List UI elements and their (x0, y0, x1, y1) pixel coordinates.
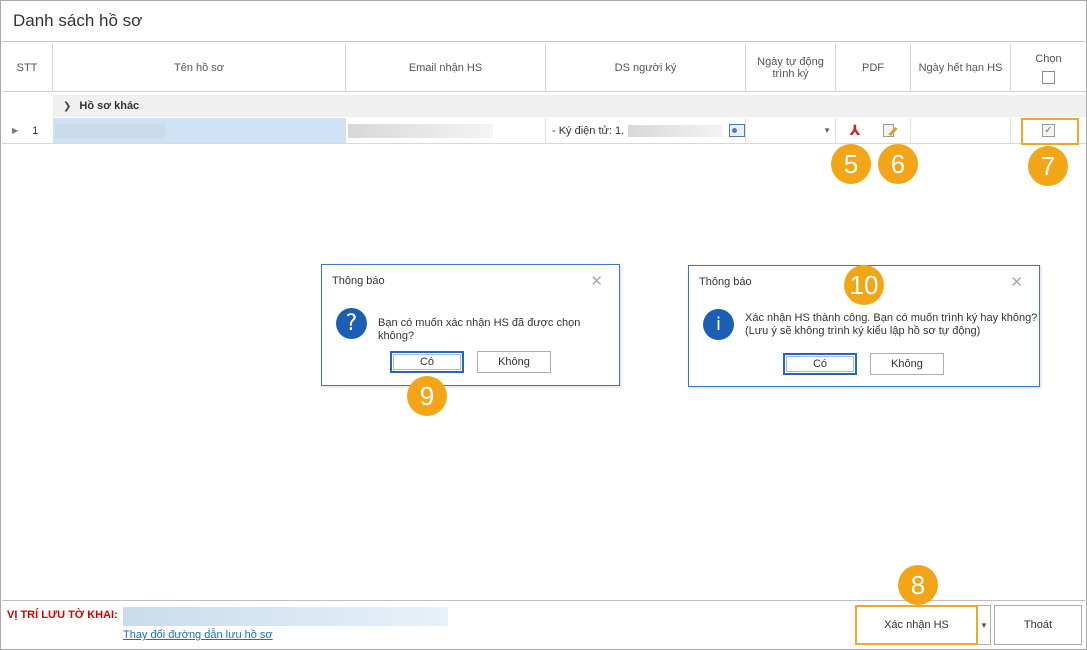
step-badge-10: 10 (844, 265, 884, 305)
signer-text: - Ký điện tử: 1. (552, 124, 625, 137)
expiry-cell[interactable] (911, 118, 1011, 143)
column-header-email[interactable]: Email nhận HS (346, 44, 546, 92)
column-header-ngay-tu-dong[interactable]: Ngày tự động trình ký (746, 44, 836, 92)
success-dialog-title: Thông báo (699, 276, 752, 288)
column-header-ten-ho-so[interactable]: Tên hồ sơ (53, 44, 346, 92)
confirm-dialog-title: Thông báo (332, 275, 385, 287)
stt-cell: ▶ 1 (2, 118, 53, 143)
column-header-chon: Chọn (1011, 44, 1086, 92)
highlight-checkbox-box (1021, 118, 1079, 145)
group-row[interactable]: ❯ Hồ sơ khác (53, 95, 1086, 117)
column-header-chon-label: Chọn (1035, 52, 1062, 65)
title-divider (2, 41, 1085, 42)
change-path-link[interactable]: Thay đổi đường dẫn lưu hồ sơ (123, 629, 273, 641)
signer-redacted (628, 124, 724, 137)
location-label: VỊ TRÍ LƯU TỜ KHAI: (7, 609, 118, 621)
chevron-down-icon[interactable]: ▼ (978, 605, 991, 645)
pdf-cell: ⅄ (836, 118, 911, 143)
confirm-dialog-message: Bạn có muốn xác nhận HS đã được chọn khô… (378, 317, 581, 342)
pdf-icon[interactable]: ⅄ (848, 122, 862, 139)
signer-picker-icon[interactable] (729, 124, 745, 137)
email-cell[interactable] (346, 118, 546, 143)
location-path-redacted (123, 607, 448, 626)
stt-value: 1 (32, 124, 39, 137)
ten-ho-so-redacted (55, 123, 165, 138)
success-dialog-message-line-2: (Lưu ý sẽ không trình ký kiểu lập hồ sơ … (745, 325, 981, 337)
step-badge-6: 6 (878, 144, 918, 184)
row-indicator-icon: ▶ (12, 126, 19, 135)
page-title: Danh sách hồ sơ (13, 11, 143, 30)
close-icon[interactable]: ✕ (1010, 273, 1023, 291)
success-dialog-message-line-1: Xác nhận HS thành công. Bạn có muốn trìn… (745, 312, 1038, 324)
success-yes-button[interactable]: Có (783, 353, 857, 375)
step-badge-8: 8 (898, 565, 938, 605)
column-header-ngay-het-han[interactable]: Ngày hết hạn HS (911, 44, 1011, 92)
signer-cell[interactable]: - Ký điện tử: 1. (546, 118, 746, 143)
confirm-hs-button[interactable]: Xác nhận HS (855, 605, 978, 645)
edit-icon[interactable] (882, 123, 898, 139)
step-badge-7: 7 (1028, 146, 1068, 186)
group-label: Hồ sơ khác (79, 100, 140, 112)
confirm-yes-button[interactable]: Có (390, 351, 464, 373)
confirm-no-button[interactable]: Không (477, 351, 551, 373)
success-no-button[interactable]: Không (870, 353, 944, 375)
close-icon[interactable]: ✕ (590, 272, 603, 290)
dropdown-arrow-icon[interactable]: ▼ (823, 126, 831, 135)
column-header-ds-nguoi-ky[interactable]: DS người ký (546, 44, 746, 92)
question-icon: ? (336, 308, 367, 339)
info-icon: i (703, 309, 734, 340)
select-all-checkbox[interactable] (1042, 70, 1055, 84)
ten-ho-so-cell[interactable] (53, 118, 346, 143)
exit-button[interactable]: Thoát (994, 605, 1082, 645)
main-window: Danh sách hồ sơ STT Tên hồ sơ Email nhận… (0, 0, 1087, 650)
auto-date-cell[interactable]: ▼ (746, 118, 836, 143)
step-badge-5: 5 (831, 144, 871, 184)
step-badge-9: 9 (407, 376, 447, 416)
confirm-dialog: Thông báo ✕ ? Bạn có muốn xác nhận HS đã… (321, 264, 620, 386)
chevron-down-icon[interactable]: ❯ (63, 101, 71, 112)
table-row[interactable]: ▶ 1 - Ký điện tử: 1. ▼ ⅄ ✓ (2, 118, 1086, 144)
column-header-stt[interactable]: STT (2, 44, 53, 92)
column-header-pdf[interactable]: PDF (836, 44, 911, 92)
email-redacted (348, 123, 493, 138)
grid-header: STT Tên hồ sơ Email nhận HS DS người ký … (2, 44, 1086, 92)
